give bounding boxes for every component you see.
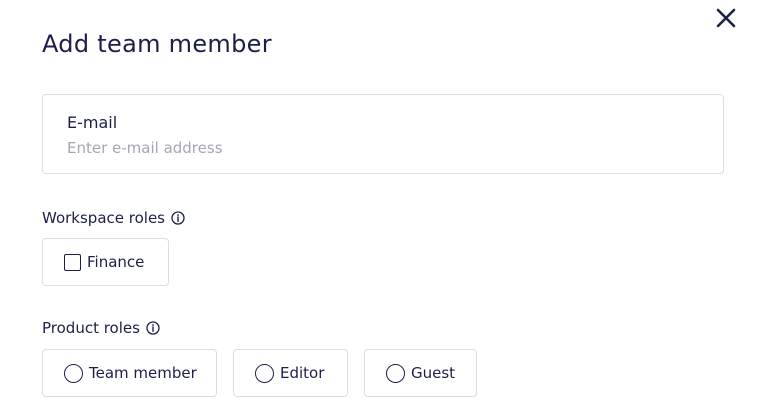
workspace-roles-heading: Workspace roles bbox=[42, 208, 185, 228]
info-icon[interactable] bbox=[146, 321, 160, 335]
product-role-guest[interactable]: Guest bbox=[364, 349, 477, 397]
team-member-label: Team member bbox=[89, 364, 197, 382]
guest-label: Guest bbox=[411, 364, 456, 382]
email-field[interactable]: E-mail bbox=[42, 94, 724, 174]
product-role-team-member[interactable]: Team member bbox=[42, 349, 217, 397]
workspace-roles-label: Workspace roles bbox=[42, 209, 165, 227]
dialog-title: Add team member bbox=[42, 30, 272, 58]
email-input[interactable] bbox=[67, 137, 687, 159]
close-button[interactable] bbox=[713, 5, 739, 31]
close-icon bbox=[716, 8, 736, 28]
workspace-role-finance[interactable]: Finance bbox=[42, 238, 169, 286]
finance-checkbox[interactable] bbox=[64, 253, 81, 271]
guest-radio[interactable] bbox=[386, 363, 405, 383]
finance-label: Finance bbox=[87, 253, 145, 271]
product-roles-heading: Product roles bbox=[42, 318, 160, 338]
product-role-editor[interactable]: Editor bbox=[233, 349, 348, 397]
product-roles-label: Product roles bbox=[42, 319, 140, 337]
email-label: E-mail bbox=[67, 113, 118, 132]
editor-label: Editor bbox=[280, 364, 325, 382]
team-member-radio[interactable] bbox=[64, 363, 83, 383]
info-icon[interactable] bbox=[171, 211, 185, 225]
editor-radio[interactable] bbox=[255, 363, 274, 383]
